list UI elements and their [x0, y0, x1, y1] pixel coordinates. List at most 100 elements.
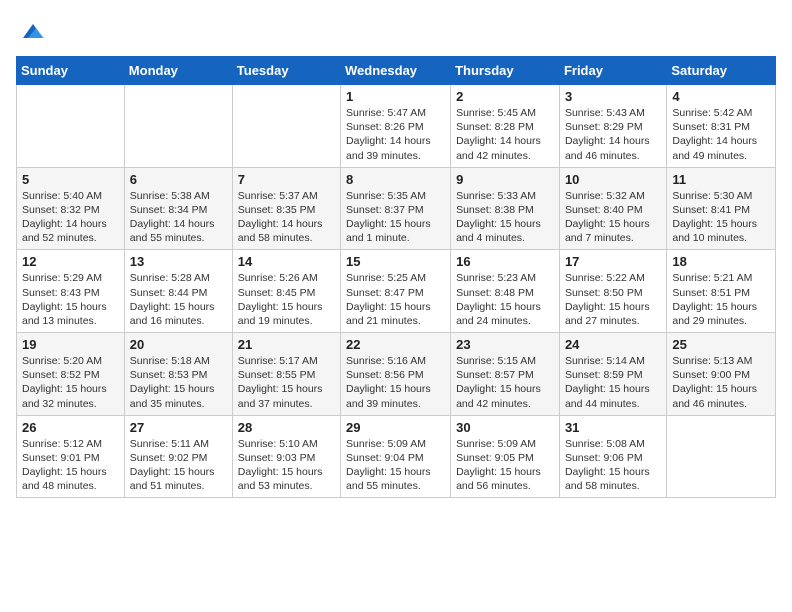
calendar-cell — [667, 415, 776, 498]
calendar-cell: 9 Sunrise: 5:33 AMSunset: 8:38 PMDayligh… — [451, 167, 560, 250]
calendar-cell: 31 Sunrise: 5:08 AMSunset: 9:06 PMDaylig… — [559, 415, 666, 498]
week-row-1: 5 Sunrise: 5:40 AMSunset: 8:32 PMDayligh… — [17, 167, 776, 250]
calendar-cell: 17 Sunrise: 5:22 AMSunset: 8:50 PMDaylig… — [559, 250, 666, 333]
cell-info: Sunrise: 5:09 AMSunset: 9:05 PMDaylight:… — [456, 438, 541, 493]
header-friday: Friday — [559, 57, 666, 85]
cell-info: Sunrise: 5:40 AMSunset: 8:32 PMDaylight:… — [22, 190, 107, 245]
logo-icon — [18, 16, 48, 46]
cell-info: Sunrise: 5:32 AMSunset: 8:40 PMDaylight:… — [565, 190, 650, 245]
calendar-cell — [232, 85, 340, 168]
calendar-cell: 1 Sunrise: 5:47 AMSunset: 8:26 PMDayligh… — [341, 85, 451, 168]
cell-info: Sunrise: 5:29 AMSunset: 8:43 PMDaylight:… — [22, 272, 107, 327]
cell-info: Sunrise: 5:11 AMSunset: 9:02 PMDaylight:… — [130, 438, 215, 493]
cell-info: Sunrise: 5:18 AMSunset: 8:53 PMDaylight:… — [130, 355, 215, 410]
calendar-cell: 27 Sunrise: 5:11 AMSunset: 9:02 PMDaylig… — [124, 415, 232, 498]
cell-info: Sunrise: 5:09 AMSunset: 9:04 PMDaylight:… — [346, 438, 431, 493]
day-number: 11 — [672, 172, 770, 187]
day-number: 31 — [565, 420, 661, 435]
cell-info: Sunrise: 5:26 AMSunset: 8:45 PMDaylight:… — [238, 272, 323, 327]
header-saturday: Saturday — [667, 57, 776, 85]
calendar-cell: 11 Sunrise: 5:30 AMSunset: 8:41 PMDaylig… — [667, 167, 776, 250]
day-number: 3 — [565, 89, 661, 104]
cell-info: Sunrise: 5:14 AMSunset: 8:59 PMDaylight:… — [565, 355, 650, 410]
calendar-cell: 15 Sunrise: 5:25 AMSunset: 8:47 PMDaylig… — [341, 250, 451, 333]
calendar-cell: 25 Sunrise: 5:13 AMSunset: 9:00 PMDaylig… — [667, 333, 776, 416]
calendar-cell: 2 Sunrise: 5:45 AMSunset: 8:28 PMDayligh… — [451, 85, 560, 168]
calendar-cell: 29 Sunrise: 5:09 AMSunset: 9:04 PMDaylig… — [341, 415, 451, 498]
day-number: 25 — [672, 337, 770, 352]
calendar-cell: 3 Sunrise: 5:43 AMSunset: 8:29 PMDayligh… — [559, 85, 666, 168]
cell-info: Sunrise: 5:17 AMSunset: 8:55 PMDaylight:… — [238, 355, 323, 410]
cell-info: Sunrise: 5:08 AMSunset: 9:06 PMDaylight:… — [565, 438, 650, 493]
day-number: 28 — [238, 420, 335, 435]
day-number: 13 — [130, 254, 227, 269]
day-number: 8 — [346, 172, 445, 187]
calendar-table: SundayMondayTuesdayWednesdayThursdayFrid… — [16, 56, 776, 498]
day-number: 2 — [456, 89, 554, 104]
cell-info: Sunrise: 5:30 AMSunset: 8:41 PMDaylight:… — [672, 190, 757, 245]
calendar-cell: 19 Sunrise: 5:20 AMSunset: 8:52 PMDaylig… — [17, 333, 125, 416]
calendar-cell: 12 Sunrise: 5:29 AMSunset: 8:43 PMDaylig… — [17, 250, 125, 333]
cell-info: Sunrise: 5:16 AMSunset: 8:56 PMDaylight:… — [346, 355, 431, 410]
calendar-cell: 8 Sunrise: 5:35 AMSunset: 8:37 PMDayligh… — [341, 167, 451, 250]
header-thursday: Thursday — [451, 57, 560, 85]
cell-info: Sunrise: 5:33 AMSunset: 8:38 PMDaylight:… — [456, 190, 541, 245]
calendar-cell: 16 Sunrise: 5:23 AMSunset: 8:48 PMDaylig… — [451, 250, 560, 333]
day-number: 10 — [565, 172, 661, 187]
day-number: 15 — [346, 254, 445, 269]
cell-info: Sunrise: 5:23 AMSunset: 8:48 PMDaylight:… — [456, 272, 541, 327]
cell-info: Sunrise: 5:42 AMSunset: 8:31 PMDaylight:… — [672, 107, 757, 162]
day-number: 22 — [346, 337, 445, 352]
cell-info: Sunrise: 5:21 AMSunset: 8:51 PMDaylight:… — [672, 272, 757, 327]
day-number: 29 — [346, 420, 445, 435]
day-number: 19 — [22, 337, 119, 352]
cell-info: Sunrise: 5:38 AMSunset: 8:34 PMDaylight:… — [130, 190, 215, 245]
day-number: 9 — [456, 172, 554, 187]
day-number: 17 — [565, 254, 661, 269]
calendar-cell: 21 Sunrise: 5:17 AMSunset: 8:55 PMDaylig… — [232, 333, 340, 416]
cell-info: Sunrise: 5:45 AMSunset: 8:28 PMDaylight:… — [456, 107, 541, 162]
day-number: 30 — [456, 420, 554, 435]
calendar-cell: 18 Sunrise: 5:21 AMSunset: 8:51 PMDaylig… — [667, 250, 776, 333]
header-monday: Monday — [124, 57, 232, 85]
cell-info: Sunrise: 5:35 AMSunset: 8:37 PMDaylight:… — [346, 190, 431, 245]
cell-info: Sunrise: 5:20 AMSunset: 8:52 PMDaylight:… — [22, 355, 107, 410]
cell-info: Sunrise: 5:25 AMSunset: 8:47 PMDaylight:… — [346, 272, 431, 327]
calendar-cell: 20 Sunrise: 5:18 AMSunset: 8:53 PMDaylig… — [124, 333, 232, 416]
cell-info: Sunrise: 5:10 AMSunset: 9:03 PMDaylight:… — [238, 438, 323, 493]
day-number: 23 — [456, 337, 554, 352]
cell-info: Sunrise: 5:22 AMSunset: 8:50 PMDaylight:… — [565, 272, 650, 327]
calendar-cell: 24 Sunrise: 5:14 AMSunset: 8:59 PMDaylig… — [559, 333, 666, 416]
calendar-cell — [17, 85, 125, 168]
calendar-cell: 22 Sunrise: 5:16 AMSunset: 8:56 PMDaylig… — [341, 333, 451, 416]
cell-info: Sunrise: 5:37 AMSunset: 8:35 PMDaylight:… — [238, 190, 323, 245]
calendar-cell: 14 Sunrise: 5:26 AMSunset: 8:45 PMDaylig… — [232, 250, 340, 333]
cell-info: Sunrise: 5:28 AMSunset: 8:44 PMDaylight:… — [130, 272, 215, 327]
cell-info: Sunrise: 5:15 AMSunset: 8:57 PMDaylight:… — [456, 355, 541, 410]
cell-info: Sunrise: 5:43 AMSunset: 8:29 PMDaylight:… — [565, 107, 650, 162]
calendar-cell: 30 Sunrise: 5:09 AMSunset: 9:05 PMDaylig… — [451, 415, 560, 498]
header-wednesday: Wednesday — [341, 57, 451, 85]
day-number: 14 — [238, 254, 335, 269]
day-number: 26 — [22, 420, 119, 435]
cell-info: Sunrise: 5:47 AMSunset: 8:26 PMDaylight:… — [346, 107, 431, 162]
day-number: 4 — [672, 89, 770, 104]
calendar-cell: 5 Sunrise: 5:40 AMSunset: 8:32 PMDayligh… — [17, 167, 125, 250]
day-number: 1 — [346, 89, 445, 104]
week-row-0: 1 Sunrise: 5:47 AMSunset: 8:26 PMDayligh… — [17, 85, 776, 168]
week-row-2: 12 Sunrise: 5:29 AMSunset: 8:43 PMDaylig… — [17, 250, 776, 333]
calendar-cell: 28 Sunrise: 5:10 AMSunset: 9:03 PMDaylig… — [232, 415, 340, 498]
day-number: 18 — [672, 254, 770, 269]
calendar-cell: 6 Sunrise: 5:38 AMSunset: 8:34 PMDayligh… — [124, 167, 232, 250]
logo — [16, 16, 48, 46]
day-number: 7 — [238, 172, 335, 187]
day-number: 5 — [22, 172, 119, 187]
day-number: 24 — [565, 337, 661, 352]
header-tuesday: Tuesday — [232, 57, 340, 85]
calendar-cell — [124, 85, 232, 168]
week-row-3: 19 Sunrise: 5:20 AMSunset: 8:52 PMDaylig… — [17, 333, 776, 416]
cell-info: Sunrise: 5:13 AMSunset: 9:00 PMDaylight:… — [672, 355, 757, 410]
day-number: 27 — [130, 420, 227, 435]
calendar-cell: 26 Sunrise: 5:12 AMSunset: 9:01 PMDaylig… — [17, 415, 125, 498]
page-header — [16, 16, 776, 46]
